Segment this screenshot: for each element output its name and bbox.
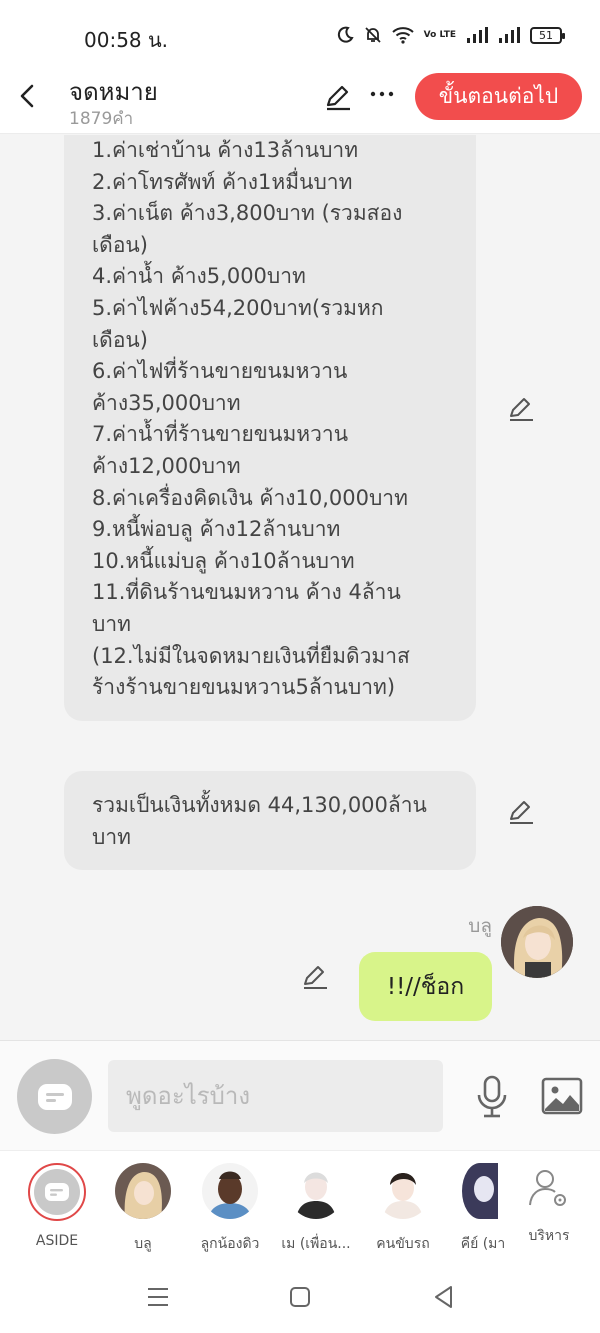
header: จดหมาย 1879คำ ขั้นตอนต่อไป bbox=[0, 70, 600, 134]
character-label: คนขับรถ bbox=[376, 1236, 430, 1252]
message-input[interactable] bbox=[108, 1060, 443, 1132]
character-key[interactable]: คีย์ (มา bbox=[440, 1163, 520, 1255]
message-line: 8.ค่าเครื่องคิดเงิน ค้าง10,000บาท bbox=[92, 485, 408, 510]
battery-indicator: 51 bbox=[530, 26, 565, 44]
chevron-left-icon[interactable] bbox=[14, 82, 42, 110]
avatar[interactable] bbox=[501, 906, 573, 978]
character-aside[interactable]: ASIDE bbox=[17, 1163, 97, 1249]
status-bar: 00:58 น. Vo LTE 51 bbox=[0, 0, 600, 70]
character-blue[interactable]: บลู bbox=[103, 1163, 183, 1255]
message-line: 9.หนี้พ่อบลู ค้าง12ล้านบาท bbox=[92, 517, 341, 542]
chat-area[interactable]: 1.ค่าเช่าบ้าน ค้าง13ล้านบาท 2.ค่าโทรศัพท… bbox=[0, 135, 600, 1040]
status-time: 00:58 น. bbox=[84, 28, 169, 52]
character-may[interactable]: เม (เพื่อน... bbox=[276, 1163, 356, 1255]
back-triangle-icon[interactable] bbox=[431, 1284, 457, 1310]
volte-indicator: Vo LTE bbox=[423, 29, 456, 40]
message-line: 4.ค่าน้ำ ค้าง5,000บาท bbox=[92, 264, 306, 289]
message-bubble[interactable]: 1.ค่าเช่าบ้าน ค้าง13ล้านบาท 2.ค่าโทรศัพท… bbox=[64, 135, 476, 721]
pencil-icon[interactable] bbox=[323, 82, 353, 112]
message-line: 2.ค่าโทรศัพท์ ค้าง1หมื่นบาท bbox=[92, 169, 353, 194]
pencil-icon[interactable] bbox=[506, 394, 536, 424]
message-bubble[interactable]: รวมเป็นเงินทั้งหมด 44,130,000ล้าน บาท bbox=[64, 771, 476, 870]
more-dots-icon[interactable] bbox=[368, 80, 396, 108]
message-line: 5.ค่าไฟค้าง54,200บาท(รวมหก bbox=[92, 295, 384, 320]
pencil-icon[interactable] bbox=[506, 797, 536, 827]
next-step-button[interactable]: ขั้นตอนต่อไป bbox=[415, 73, 582, 120]
message-line: บาท bbox=[92, 611, 131, 636]
message-line: 11.ที่ดินร้านขนมหวาน ค้าง 4ล้าน bbox=[92, 580, 401, 605]
character-label: ASIDE bbox=[35, 1233, 79, 1249]
sender-name: บลู bbox=[468, 915, 492, 937]
microphone-icon[interactable] bbox=[474, 1075, 510, 1119]
avatar bbox=[202, 1163, 258, 1219]
message-line: ค้าง12,000บาท bbox=[92, 453, 241, 478]
input-area bbox=[0, 1040, 600, 1150]
character-label: บริหาร bbox=[528, 1228, 570, 1244]
character-label: ลูกน้องดิว bbox=[200, 1236, 260, 1252]
character-dew-subordinate[interactable]: ลูกน้องดิว bbox=[190, 1163, 270, 1255]
menu-icon[interactable] bbox=[145, 1284, 171, 1310]
home-icon[interactable] bbox=[287, 1284, 313, 1310]
aside-avatar bbox=[28, 1163, 86, 1221]
character-label: คีย์ (มา bbox=[460, 1236, 506, 1252]
character-label: เม (เพื่อน... bbox=[281, 1236, 351, 1252]
message-line: 1.ค่าเช่าบ้าน ค้าง13ล้านบาท bbox=[92, 138, 359, 162]
message-line: 3.ค่าเน็ต ค้าง3,800บาท (รวมสอง bbox=[92, 201, 403, 226]
avatar bbox=[462, 1163, 498, 1219]
avatar bbox=[288, 1163, 344, 1219]
message-line: 10.หนี้แม่บลู ค้าง10ล้านบาท bbox=[92, 548, 355, 573]
message-line: 7.ค่าน้ำที่ร้านขายขนมหวาน bbox=[92, 422, 349, 447]
message-icon bbox=[45, 1183, 69, 1201]
message-line: บาท bbox=[92, 824, 131, 849]
manage-characters-button[interactable]: บริหาร bbox=[509, 1163, 589, 1247]
moon-icon bbox=[337, 26, 354, 43]
avatar bbox=[375, 1163, 431, 1219]
reply-bubble[interactable]: !!//ช็อก bbox=[359, 952, 492, 1021]
aside-toggle-button[interactable] bbox=[17, 1059, 92, 1134]
signal-icon bbox=[467, 27, 488, 43]
system-nav-bar bbox=[0, 1262, 600, 1333]
wifi-icon bbox=[392, 27, 414, 44]
pencil-icon[interactable] bbox=[300, 962, 330, 992]
character-driver[interactable]: คนขับรถ bbox=[363, 1163, 443, 1255]
message-line: (12.ไม่มีในจดหมายเงินที่ยืมดิวมาส bbox=[92, 643, 410, 668]
message-line: เดือน) bbox=[92, 232, 148, 257]
message-line: ร้างร้านขายขนมหวาน5ล้านบาท) bbox=[92, 675, 396, 700]
message-line: รวมเป็นเงินทั้งหมด 44,130,000ล้าน bbox=[92, 793, 427, 817]
message-line: 6.ค่าไฟที่ร้านขายขนมหวาน bbox=[92, 359, 348, 384]
character-label: บลู bbox=[134, 1236, 152, 1252]
status-icons: Vo LTE 51 bbox=[336, 26, 565, 44]
message-line: ค้าง35,000บาท bbox=[92, 390, 241, 415]
user-settings-icon bbox=[529, 1170, 566, 1206]
image-icon[interactable] bbox=[541, 1077, 583, 1115]
character-bar: ASIDE บลู ลูกน้องดิว เม (เพื่อน... คนขับ… bbox=[0, 1150, 600, 1262]
avatar bbox=[115, 1163, 171, 1219]
message-icon bbox=[37, 1083, 72, 1110]
message-line: เดือน) bbox=[92, 327, 148, 352]
signal-icon bbox=[499, 27, 520, 43]
word-count: 1879คำ bbox=[69, 109, 134, 129]
bell-off-icon bbox=[365, 27, 381, 43]
